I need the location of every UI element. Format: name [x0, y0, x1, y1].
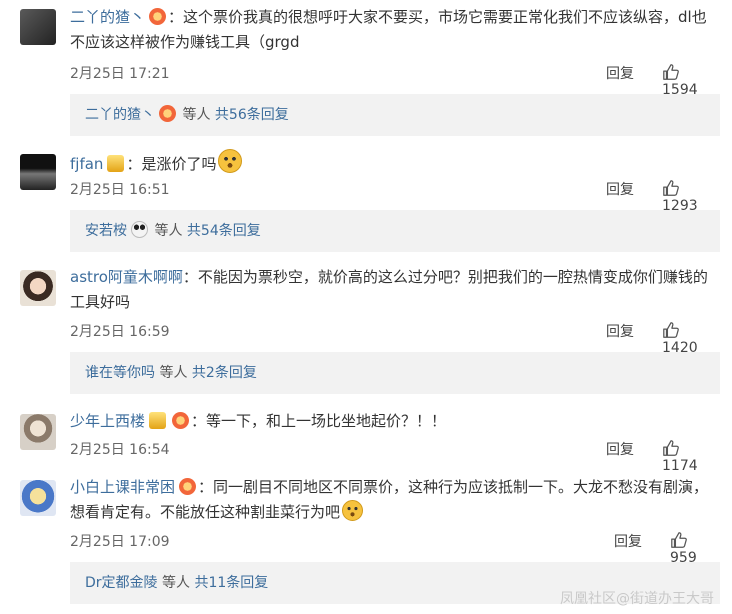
- reply-count-link[interactable]: 共2条回复: [192, 365, 257, 381]
- comment-meta: 2月25日 16:59 回复 1420: [70, 321, 720, 356]
- reply-thread[interactable]: 安若桉 等人 共54条回复: [70, 210, 720, 252]
- comment-username[interactable]: 小白上课非常困: [70, 478, 175, 496]
- reply-count-link[interactable]: 共11条回复: [194, 575, 268, 591]
- comment-username[interactable]: 少年上西楼: [70, 412, 145, 430]
- reply-button[interactable]: 回复: [606, 321, 634, 341]
- reply-thread[interactable]: 二丫的猹丶 等人 共56条回复: [70, 94, 720, 136]
- reply-username[interactable]: 二丫的猹丶: [85, 107, 155, 123]
- fan-badge-icon: [172, 412, 190, 429]
- user-avatar[interactable]: [20, 154, 56, 190]
- fan-badge-icon: [179, 478, 197, 495]
- user-avatar[interactable]: [20, 480, 56, 516]
- user-avatar[interactable]: [20, 414, 56, 450]
- comment-time: 2月25日 16:54: [70, 442, 170, 458]
- like-button[interactable]: 1293: [662, 179, 720, 214]
- reply-suffix: 等人: [178, 107, 211, 123]
- thumbs-up-icon: [671, 532, 687, 548]
- comment-body: astro阿童木啊啊：不能因为票秒空，就价高的这么过分吧？别把我们的一腔热情变成…: [70, 265, 720, 315]
- reply-button[interactable]: 回复: [606, 439, 634, 459]
- reply-thread[interactable]: 谁在等你吗 等人 共2条回复: [70, 352, 720, 394]
- comment-meta: 2月25日 16:51 回复 1293: [70, 179, 720, 214]
- surprised-face-icon: [218, 149, 243, 173]
- comment-username[interactable]: astro阿童木啊啊: [70, 268, 183, 286]
- thumbs-up-icon: [663, 64, 679, 80]
- comment-body: 二丫的猹丶 ：这个票价我真的很想呼吁大家不要买，市场它需要正常化我们不应该纵容，d…: [70, 5, 720, 55]
- thumbs-up-icon: [663, 322, 679, 338]
- comment-text: ：等一下，和上一场比坐地起价？！！: [191, 412, 447, 430]
- like-button[interactable]: 1594: [662, 63, 720, 98]
- comment-username[interactable]: 二丫的猹丶: [70, 8, 145, 26]
- comment-text: ：是涨价了吗: [126, 155, 217, 173]
- reply-button[interactable]: 回复: [606, 179, 634, 199]
- thumbs-up-icon: [663, 180, 679, 196]
- reply-suffix: 等人: [155, 365, 188, 381]
- reply-count-link[interactable]: 共54条回复: [187, 223, 261, 239]
- comment-body: fjfan ：是涨价了吗: [70, 149, 720, 177]
- like-button[interactable]: 1420: [662, 321, 720, 356]
- panda-icon: [131, 221, 148, 238]
- reply-button[interactable]: 回复: [614, 531, 642, 551]
- fan-badge-icon: [149, 8, 167, 25]
- reply-username[interactable]: Dr定都金陵: [85, 575, 158, 591]
- user-avatar[interactable]: [20, 9, 56, 45]
- like-count: 1174: [662, 458, 698, 474]
- comment-username[interactable]: fjfan: [70, 155, 103, 173]
- reply-username[interactable]: 谁在等你吗: [85, 365, 155, 381]
- comment-time: 2月25日 16:59: [70, 324, 170, 340]
- user-avatar[interactable]: [20, 270, 56, 306]
- comment-body: 少年上西楼 ：等一下，和上一场比坐地起价？！！: [70, 409, 720, 434]
- comment-time: 2月25日 16:51: [70, 182, 170, 198]
- comment-body: 小白上课非常困 ：同一剧目不同地区不同票价，这种行为应该抵制一下。大龙不愁没有剧演…: [70, 475, 720, 525]
- comment-time: 2月25日 17:09: [70, 534, 170, 550]
- watermark: 凤凰社区@街道办王大哥: [560, 591, 714, 607]
- reply-button[interactable]: 回复: [606, 63, 634, 83]
- fan-badge-icon: [159, 105, 176, 122]
- like-button[interactable]: 1174: [662, 439, 720, 474]
- upside-down-face-icon: [342, 500, 364, 521]
- comment-meta: 2月25日 16:54 回复 1174: [70, 439, 720, 474]
- reply-username[interactable]: 安若桉: [85, 223, 127, 239]
- reply-suffix: 等人: [157, 575, 190, 591]
- like-button[interactable]: 959: [670, 531, 720, 566]
- thumbs-up-icon: [663, 440, 679, 456]
- comment-meta: 2月25日 17:21 回复 1594: [70, 63, 720, 98]
- comment-time: 2月25日 17:21: [70, 66, 170, 82]
- reply-suffix: 等人: [150, 223, 183, 239]
- vip-badge-icon: [107, 155, 125, 172]
- comment-meta: 2月25日 17:09 回复 959: [70, 531, 720, 566]
- vip-badge-icon: [149, 412, 167, 429]
- reply-count-link[interactable]: 共56条回复: [215, 107, 289, 123]
